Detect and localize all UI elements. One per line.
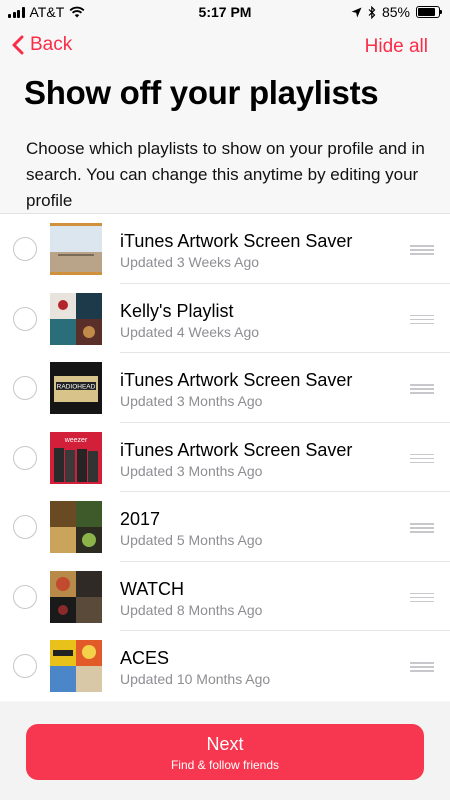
playlist-list: iTunes Artwork Screen Saver Updated 3 We… — [0, 213, 450, 701]
playlist-artwork — [50, 223, 102, 275]
battery-icon — [416, 6, 442, 18]
playlist-updated: Updated 10 Months Ago — [120, 671, 271, 687]
playlist-row[interactable]: WATCH Updated 8 Months Ago — [0, 562, 450, 631]
page-title: Show off your playlists — [24, 74, 379, 111]
playlist-artwork — [50, 292, 102, 345]
playlist-artwork: RADIOHEAD — [50, 362, 102, 414]
select-radio[interactable] — [13, 515, 37, 539]
svg-text:weezer: weezer — [64, 437, 88, 444]
select-radio[interactable] — [13, 445, 37, 470]
status-right: 85% — [351, 4, 442, 20]
back-label: Back — [30, 34, 73, 55]
playlist-artwork: weezer — [50, 431, 102, 484]
status-bar: AT&T 5:17 PM 85% — [0, 0, 450, 24]
select-radio[interactable] — [13, 584, 37, 609]
select-radio[interactable] — [13, 654, 37, 678]
playlist-updated: Updated 5 Months Ago — [120, 532, 263, 548]
next-button-sublabel: Find & follow friends — [170, 758, 280, 772]
battery-fill — [418, 8, 435, 16]
bluetooth-icon — [368, 5, 376, 19]
playlist-name: WATCH — [120, 578, 184, 599]
reorder-handle-icon[interactable] — [410, 384, 434, 394]
playlist-row[interactable]: Kelly's Playlist Updated 4 Weeks Ago — [0, 284, 450, 353]
reorder-handle-icon[interactable] — [410, 314, 434, 324]
chevron-left-icon — [12, 35, 24, 55]
reorder-handle-icon[interactable] — [410, 523, 434, 533]
reorder-handle-icon[interactable] — [410, 592, 434, 602]
next-button-label: Next — [206, 734, 244, 754]
playlist-artwork — [50, 640, 102, 692]
hide-all-button[interactable]: Hide all — [365, 36, 428, 58]
location-arrow-icon — [351, 7, 362, 17]
playlist-updated: Updated 4 Weeks Ago — [120, 323, 260, 340]
playlist-updated: Updated 3 Months Ago — [120, 393, 263, 409]
footer: Next Find & follow friends — [0, 702, 450, 800]
select-radio[interactable] — [13, 237, 37, 261]
playlist-updated: Updated 3 Months Ago — [120, 462, 263, 479]
battery-percent: 85% — [381, 4, 410, 20]
playlist-row[interactable]: 2017 Updated 5 Months Ago — [0, 492, 450, 562]
playlist-updated: Updated 8 Months Ago — [120, 601, 263, 618]
reorder-handle-icon[interactable] — [410, 662, 434, 672]
playlist-name: 2017 — [120, 509, 161, 529]
playlist-updated: Updated 3 Weeks Ago — [120, 254, 260, 270]
playlist-name: iTunes Artwork Screen Saver — [120, 370, 353, 390]
back-button[interactable]: Back — [12, 34, 72, 56]
playlist-row[interactable]: iTunes Artwork Screen Saver Updated 3 We… — [0, 214, 450, 284]
select-radio[interactable] — [13, 306, 37, 331]
playlist-row[interactable]: weezer iTunes Artwork Screen Saver Updat… — [0, 423, 450, 492]
playlist-row[interactable]: ACES Updated 10 Months Ago — [0, 631, 450, 701]
playlist-name: ACES — [120, 648, 170, 668]
playlist-name: iTunes Artwork Screen Saver — [120, 439, 353, 460]
playlist-name: iTunes Artwork Screen Saver — [120, 231, 353, 251]
playlist-artwork — [50, 570, 102, 623]
page-description: Choose which playlists to show on your p… — [26, 139, 425, 210]
playlist-row[interactable]: RADIOHEAD iTunes Artwork Screen Saver Up… — [0, 353, 450, 423]
playlist-artwork — [50, 501, 102, 553]
playlist-name: Kelly's Playlist — [120, 300, 234, 321]
select-radio[interactable] — [13, 376, 37, 400]
next-button[interactable]: Next Find & follow friends — [26, 724, 424, 780]
navigation-bar: Back Hide all — [0, 32, 450, 62]
reorder-handle-icon[interactable] — [410, 245, 434, 255]
svg-text:RADIOHEAD: RADIOHEAD — [57, 384, 96, 391]
reorder-handle-icon[interactable] — [410, 453, 434, 463]
